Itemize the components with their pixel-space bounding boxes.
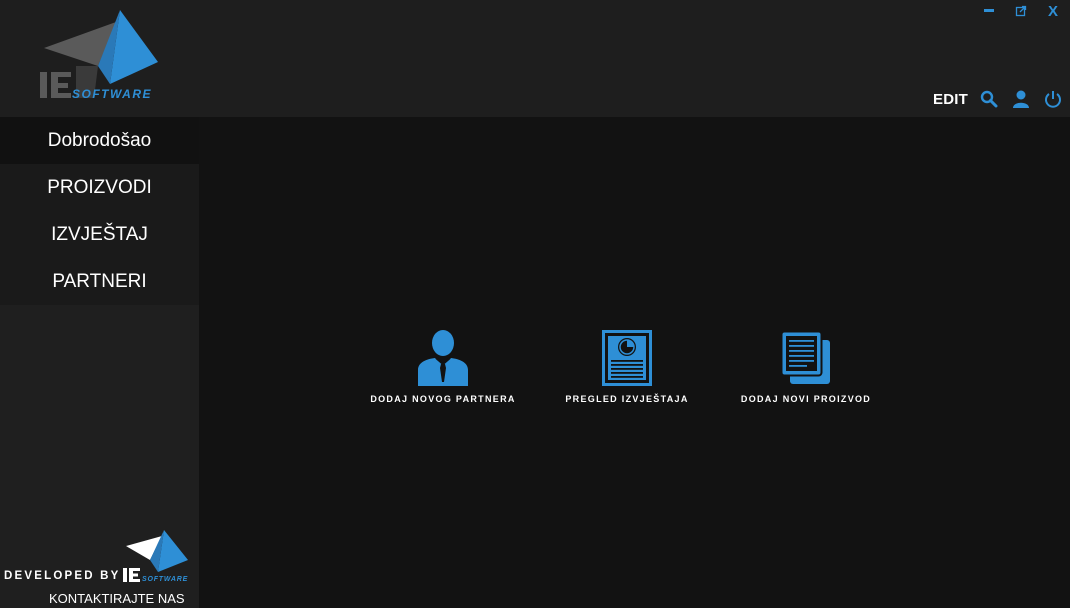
- sidebar-item-izvjestaj[interactable]: IZVJEŠTAJ: [0, 211, 199, 258]
- developer-credit: DEVELOPED BY SOFTWARE KONTAKTIRAJTE NAS: [0, 526, 199, 608]
- svg-text:SOFTWARE: SOFTWARE: [72, 87, 152, 101]
- tile-label: DODAJ NOVI PROIZVOD: [740, 394, 872, 404]
- restore-icon: [1015, 5, 1027, 17]
- tile-add-partner[interactable]: DODAJ NOVOG PARTNERA: [370, 330, 514, 404]
- documents-icon: [780, 330, 830, 384]
- business-person-icon: [418, 330, 468, 386]
- ie-software-small-logo: SOFTWARE: [123, 530, 188, 583]
- developed-by-label: DEVELOPED BY: [4, 570, 121, 582]
- restore-button[interactable]: [1010, 2, 1032, 20]
- edit-button[interactable]: EDIT: [933, 91, 968, 108]
- sidebar-item-dobrodosao[interactable]: Dobrodošao: [0, 117, 199, 164]
- header-toolbar: EDIT: [933, 88, 1064, 110]
- search-icon: [980, 90, 998, 108]
- minimize-icon: [984, 9, 994, 12]
- sidebar-item-partneri[interactable]: PARTNERI: [0, 258, 199, 305]
- sidebar-item-proizvodi[interactable]: PROIZVODI: [0, 164, 199, 211]
- sidebar: Dobrodošao PROIZVODI IZVJEŠTAJ PARTNERI …: [0, 117, 199, 608]
- tile-add-product[interactable]: DODAJ NOVI PROIZVOD: [739, 330, 873, 404]
- header-bar: SOFTWARE X EDIT: [0, 0, 1070, 117]
- tile-label: PREGLED IZVJEŠTAJA: [565, 394, 689, 404]
- tile-label: DODAJ NOVOG PARTNERA: [370, 394, 516, 404]
- window-controls: X: [978, 2, 1064, 20]
- ie-software-logo: SOFTWARE: [40, 10, 158, 101]
- user-icon: [1013, 90, 1029, 108]
- svg-text:SOFTWARE: SOFTWARE: [142, 576, 188, 583]
- power-icon: [1045, 91, 1061, 108]
- search-button[interactable]: [978, 88, 1000, 110]
- user-button[interactable]: [1010, 88, 1032, 110]
- close-button[interactable]: X: [1042, 2, 1064, 20]
- report-icon: [602, 330, 652, 386]
- power-button[interactable]: [1042, 88, 1064, 110]
- main-content: DODAJ NOVOG PARTNERA PREGLED IZVJEŠTAJA: [199, 117, 1070, 608]
- contact-link[interactable]: KONTAKTIRAJTE NAS: [49, 591, 185, 606]
- minimize-button[interactable]: [978, 2, 1000, 20]
- tile-reports[interactable]: PREGLED IZVJEŠTAJA: [565, 330, 689, 404]
